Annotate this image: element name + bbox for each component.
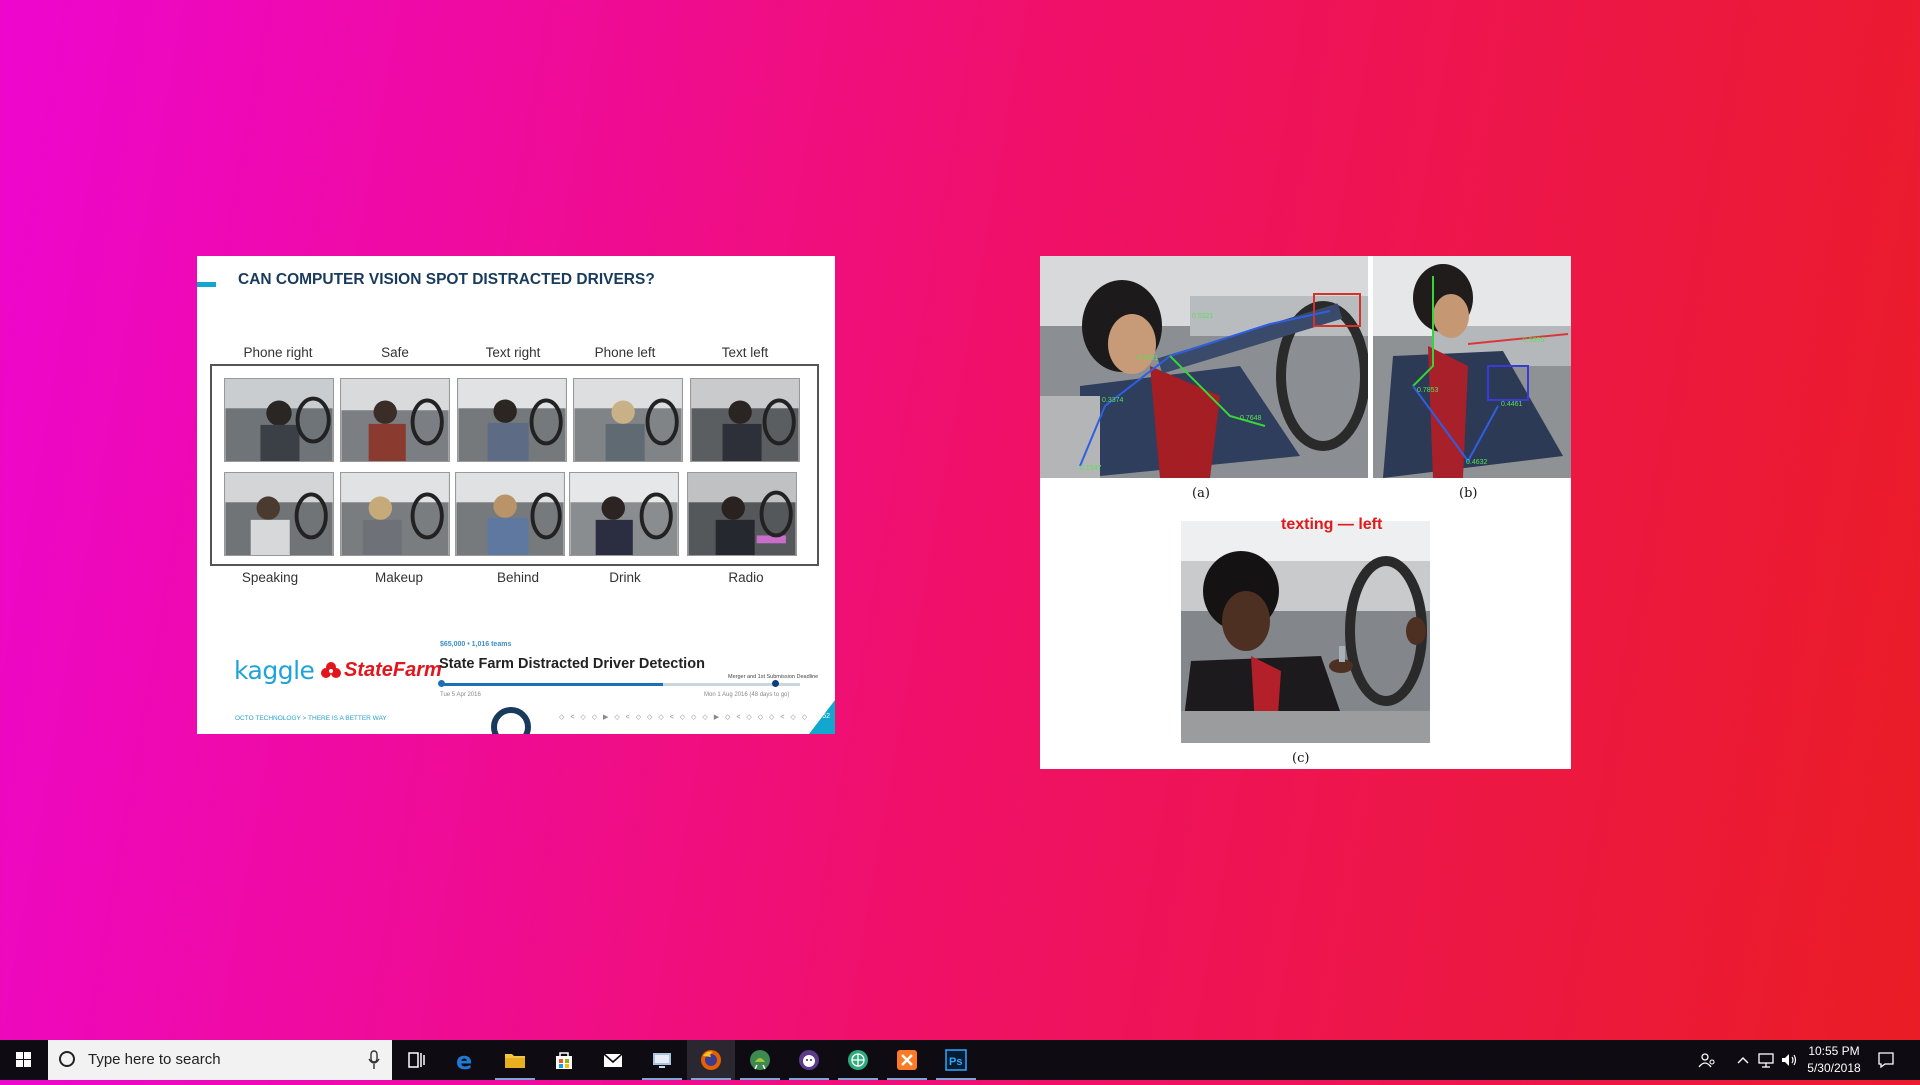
presentation-slide: CAN COMPUTER VISION SPOT DISTRACTED DRIV… [197,256,835,734]
android-studio-button[interactable] [736,1040,784,1080]
kaggle-logo: kaggle [234,656,315,685]
system-clock[interactable]: 10:55 PM 5/30/2018 [1798,1043,1870,1077]
driver-thumbnail [687,472,797,556]
category-label-text-left: Text left [721,345,769,360]
search-placeholder: Type here to search [88,1051,221,1068]
category-label-makeup: Makeup [374,570,424,585]
octo-logo [491,707,531,734]
category-label-radio: Radio [728,570,764,585]
statefarm-wordmark: StateFarm [344,659,442,681]
edge-icon: e [456,1048,472,1072]
competition-start-date: Tue 5 Apr 2016 [440,692,481,698]
competition-title: State Farm Distracted Driver Detection [439,656,705,672]
android-studio-icon [750,1050,770,1070]
clock-date: 5/30/2018 [1807,1061,1861,1075]
mail-button[interactable] [589,1040,637,1080]
category-label-phone-right: Phone right [243,345,313,360]
mail-icon [603,1053,623,1067]
network-icon[interactable] [1756,1050,1776,1070]
competition-progress-bar [438,680,800,687]
category-label-safe: Safe [381,345,409,360]
category-label-text-right: Text right [485,345,541,360]
progress-fill [440,683,664,686]
driver-thumbnail [455,472,565,556]
figure-image-c [1181,521,1430,743]
firefox-button[interactable] [687,1040,735,1080]
competition-end-date: Mon 1 Aug 2016 (48 days to go) [704,692,790,698]
store-icon [556,1052,572,1069]
microphone-icon[interactable] [368,1050,380,1070]
task-view-icon [408,1052,425,1068]
clock-time: 10:55 PM [1808,1044,1860,1058]
driver-thumbnail [224,378,334,462]
taskbar: Type here to search e Ps 10:55 PM 5/30/2… [0,1040,1920,1080]
deadline-label: Merger and 1st Submission Deadline [728,674,819,680]
competition-meta: $65,000 • 1,016 teams [440,641,512,648]
photoshop-button[interactable]: Ps [932,1040,980,1080]
driver-thumbnail [224,472,334,556]
statefarm-logo: StateFarm [320,659,442,682]
figure-caption-b: (b) [1459,486,1478,501]
store-button[interactable] [540,1040,588,1080]
category-label-phone-left: Phone left [594,345,656,360]
driver-thumbnail [573,378,683,462]
svg-text:0.7648: 0.7648 [1240,415,1262,422]
globe-app-button[interactable] [834,1040,882,1080]
chevron-up-icon[interactable] [1733,1050,1753,1070]
svg-text:e: e [456,1048,472,1072]
file-explorer-button[interactable] [491,1040,539,1080]
figure-image-b: 0.7853 0.4632 0.4461 0.5356 [1373,256,1571,478]
figure-caption-a: (a) [1192,486,1210,501]
texting-overlay-label: texting — left [1281,516,1383,533]
windows-icon [16,1052,31,1067]
cat-app-button[interactable] [785,1040,833,1080]
driver-thumbnail [690,378,800,462]
category-label-speaking: Speaking [241,570,299,585]
slide-footer-text: OCTO TECHNOLOGY > THERE IS A BETTER WAY [235,715,387,722]
svg-text:0.7521: 0.7521 [1137,355,1159,362]
driver-thumbnail [340,472,450,556]
slide-title: CAN COMPUTER VISION SPOT DISTRACTED DRIV… [238,271,655,288]
svg-text:Ps: Ps [949,1056,962,1068]
svg-text:0.7853: 0.7853 [1417,387,1439,394]
figure-image-a: 0.3374 0.1547 0.7521 0.7648 0.5321 [1040,256,1368,478]
statefarm-rings-icon [321,661,341,678]
category-label-behind: Behind [496,570,540,585]
slide-footer-navigation: ◇ < ◇ ◇ ▶ ◇ < ◇ ◇ ◇ < ◇ ◇ ◇ ▶ ◇ < ◇ ◇ ◇ … [559,714,810,721]
globe-app-icon [848,1050,868,1070]
deadline-marker [772,680,779,687]
xampp-icon [897,1050,917,1070]
volume-icon[interactable] [1779,1050,1799,1070]
svg-text:0.4632: 0.4632 [1466,459,1488,466]
action-center-icon[interactable] [1876,1050,1896,1070]
start-button[interactable] [0,1040,48,1080]
xampp-button[interactable] [883,1040,931,1080]
cortana-icon [59,1051,75,1067]
cat-app-icon [799,1050,819,1070]
svg-text:0.1547: 0.1547 [1080,465,1102,472]
driver-thumbnail [569,472,679,556]
driver-thumbnail [457,378,567,462]
firefox-icon [701,1050,721,1070]
progress-start-marker [438,680,445,687]
svg-text:0.3374: 0.3374 [1102,397,1124,404]
remote-desktop-icon [653,1053,671,1068]
folder-icon [505,1054,525,1068]
pose-detection-figure: 0.3374 0.1547 0.7521 0.7648 0.5321 0.785… [1040,256,1571,769]
svg-text:0.5321: 0.5321 [1192,313,1214,320]
svg-text:0.5356: 0.5356 [1523,337,1545,344]
page-number: 52 [822,713,830,720]
photoshop-icon: Ps [945,1049,967,1071]
svg-text:0.4461: 0.4461 [1501,401,1523,408]
edge-button[interactable]: e [442,1040,490,1080]
driver-thumbnail [340,378,450,462]
task-view-button[interactable] [392,1040,440,1080]
remote-desktop-button[interactable] [638,1040,686,1080]
slide-accent-bar [197,282,216,287]
search-box[interactable]: Type here to search [48,1040,392,1080]
figure-caption-c: (c) [1292,751,1310,766]
people-icon[interactable] [1697,1050,1717,1070]
category-label-drink: Drink [609,570,641,585]
